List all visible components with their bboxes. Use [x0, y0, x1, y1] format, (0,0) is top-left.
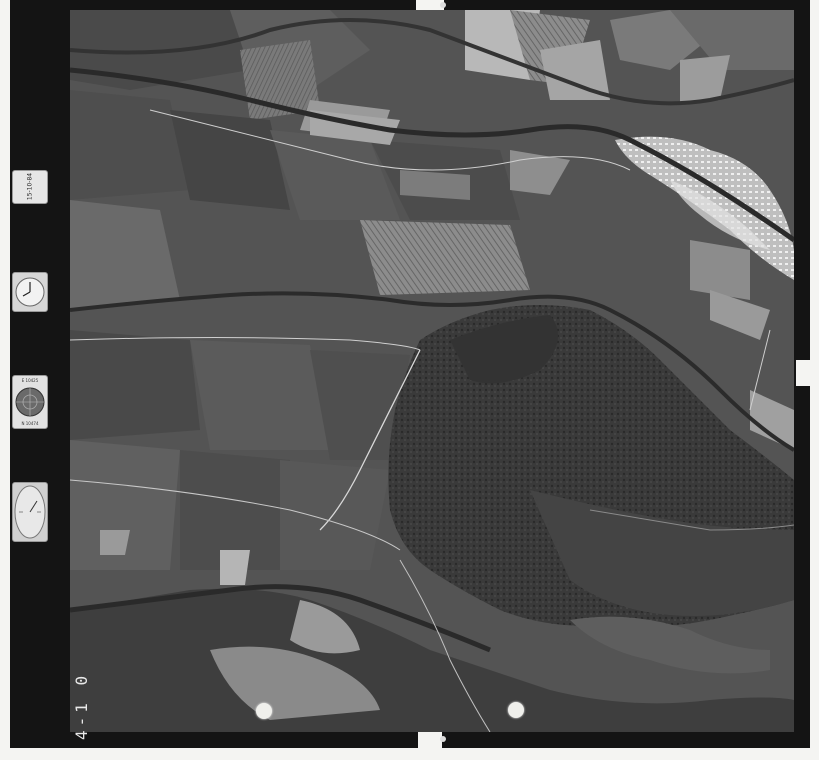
frame-number: 4-1 0 — [72, 670, 92, 740]
top-dot — [440, 2, 446, 8]
date-label: 15-10-84 — [12, 170, 48, 204]
right-notch — [796, 360, 810, 386]
level-bottom-text: N 10474 — [21, 421, 39, 426]
clock-icon — [12, 272, 48, 312]
altimeter-icon — [12, 482, 48, 542]
fiducial-mark-right — [508, 702, 524, 718]
landscape-image — [70, 10, 794, 732]
aerial-photograph — [70, 10, 794, 732]
bottom-dot — [440, 736, 446, 742]
fiducial-mark-left — [256, 703, 272, 719]
level-top-text: E 10425 — [21, 378, 39, 383]
instrument-strip: 15-10-84 E 10425 N 10474 — [12, 150, 50, 550]
frame-number-text: 4-1 0 — [72, 671, 91, 740]
bubble-level-icon: E 10425 N 10474 — [12, 375, 48, 429]
aerial-photo-frame: 15-10-84 E 10425 N 10474 4-1 0 — [0, 0, 819, 760]
date-text: 15-10-84 — [26, 172, 34, 201]
